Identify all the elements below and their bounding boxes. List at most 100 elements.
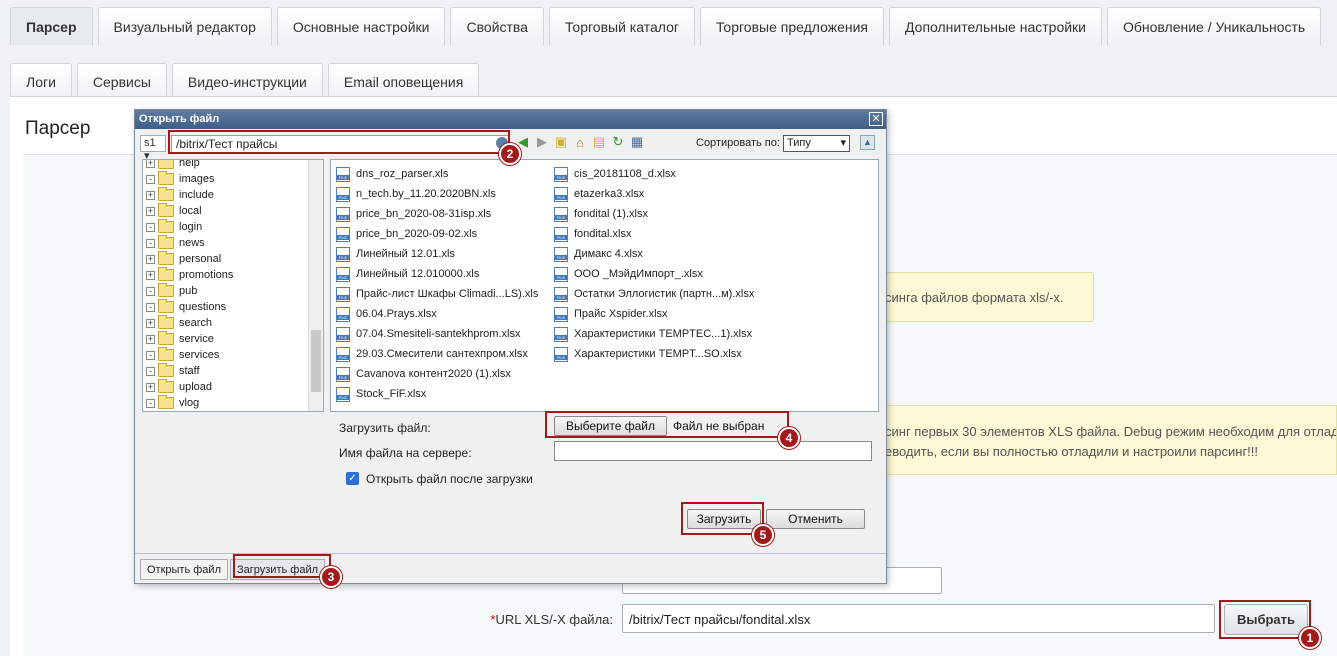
file-item[interactable]: Остатки Эллогистик (партн...м).xlsx xyxy=(554,286,754,302)
tree-folder[interactable]: - pub xyxy=(146,283,197,299)
upload-button[interactable]: Загрузить xyxy=(687,509,761,529)
folder-icon xyxy=(158,160,174,169)
refresh-icon[interactable]: ↻ xyxy=(610,134,626,150)
step-marker-2: 2 xyxy=(499,143,521,165)
file-name: Прайс-лист Шкафы Climadi...LS).xls xyxy=(356,288,539,300)
tree-folder[interactable]: - services xyxy=(146,347,219,363)
file-name: fondital.xlsx xyxy=(574,228,632,240)
sort-select[interactable]: Типу xyxy=(783,135,850,152)
file-item[interactable]: 07.04.Smesiteli-santekhprom.xlsx xyxy=(336,326,520,342)
close-icon[interactable]: ✕ xyxy=(869,112,883,126)
scrollbar-thumb[interactable] xyxy=(311,330,321,392)
tab-video-instructions[interactable]: Видео-инструкции xyxy=(171,63,323,99)
tree-folder[interactable]: - questions xyxy=(146,299,226,315)
tab-visual-editor[interactable]: Визуальный редактор xyxy=(97,7,272,45)
file-name: 07.04.Smesiteli-santekhprom.xlsx xyxy=(356,328,521,340)
dialog-divider xyxy=(135,553,886,554)
open-after-upload-checkbox[interactable]: ✓ xyxy=(346,472,359,485)
new-folder-icon[interactable]: ▤ xyxy=(591,134,607,150)
file-item[interactable]: n_tech.by_11.20.2020BN.xls xyxy=(336,186,496,202)
expand-icon[interactable]: + xyxy=(146,334,155,344)
file-item[interactable]: 06.04.Prays.xlsx xyxy=(336,306,437,322)
file-item[interactable]: dns_roz_parser.xls xyxy=(336,166,448,182)
file-item[interactable]: ООО _МэйдИмпорт_.xlsx xyxy=(554,266,703,282)
expand-icon[interactable]: + xyxy=(146,270,155,280)
tree-folder[interactable]: - staff xyxy=(146,363,200,379)
tab-parser[interactable]: Парсер xyxy=(10,7,93,45)
collapse-icon[interactable]: - xyxy=(146,366,155,376)
collapse-icon[interactable]: - xyxy=(146,286,155,296)
cancel-button[interactable]: Отменить xyxy=(766,509,865,529)
tree-folder[interactable]: + upload xyxy=(146,379,212,395)
expand-icon[interactable]: + xyxy=(146,206,155,216)
view-mode-icon[interactable]: ▦ xyxy=(629,134,645,150)
tab-trade-catalog[interactable]: Торговый каталог xyxy=(548,7,695,45)
file-item[interactable]: Прайс-лист Шкафы Climadi...LS).xls xyxy=(336,286,538,302)
tree-folder[interactable]: + promotions xyxy=(146,267,233,283)
tree-folder[interactable]: - login xyxy=(146,219,202,235)
tab-logs[interactable]: Логи xyxy=(10,63,72,99)
tab-main-settings[interactable]: Основные настройки xyxy=(276,7,446,45)
expand-icon[interactable]: + xyxy=(146,382,155,392)
url-xls-input[interactable]: /bitrix/Тест прайсы/fondital.xlsx xyxy=(622,604,1215,633)
collapse-icon[interactable]: - xyxy=(146,174,155,184)
collapse-icon[interactable]: - xyxy=(146,302,155,312)
folder-icon xyxy=(158,219,174,233)
path-input[interactable]: /bitrix/Тест прайсы xyxy=(171,135,509,153)
file-item[interactable]: price_bn_2020-09-02.xls xyxy=(336,226,477,242)
step-marker-1: 1 xyxy=(1299,627,1321,649)
collapse-icon[interactable]: - xyxy=(146,398,155,408)
server-filename-input[interactable] xyxy=(554,441,872,461)
file-item[interactable]: Характеристики TEMPT...SO.xlsx xyxy=(554,346,742,362)
tab-additional-settings[interactable]: Дополнительные настройки xyxy=(889,7,1102,45)
forward-icon[interactable]: ▶ xyxy=(534,134,550,150)
collapse-icon[interactable]: - xyxy=(146,238,155,248)
file-item[interactable]: fondital (1).xlsx xyxy=(554,206,648,222)
tree-folder[interactable]: + personal xyxy=(146,251,221,267)
tab-update-uniqueness[interactable]: Обновление / Уникальность xyxy=(1107,7,1322,45)
tree-scrollbar[interactable] xyxy=(308,160,323,411)
tab-services[interactable]: Сервисы xyxy=(76,63,167,99)
tree-folder[interactable]: - news xyxy=(146,235,205,251)
file-item[interactable]: Димакс 4.xlsx xyxy=(554,246,643,262)
tree-folder[interactable]: + local xyxy=(146,203,202,219)
file-item[interactable]: fondital.xlsx xyxy=(554,226,631,242)
choose-button[interactable]: Выбрать xyxy=(1224,604,1308,635)
tab-trade-offers[interactable]: Торговые предложения xyxy=(699,7,885,45)
tab-properties[interactable]: Свойства xyxy=(450,7,544,45)
file-item[interactable]: Stock_FiF.xlsx xyxy=(336,386,426,402)
file-item[interactable]: Прайс Xspider.xlsx xyxy=(554,306,668,322)
home-icon[interactable]: ⌂ xyxy=(572,134,588,150)
tree-folder[interactable]: + service xyxy=(146,331,214,347)
file-item[interactable]: Характеристики TEMPTEC...1).xlsx xyxy=(554,326,752,342)
file-item[interactable]: Линейный 12.010000.xls xyxy=(336,266,479,282)
file-name: Прайс Xspider.xlsx xyxy=(574,308,668,320)
file-item[interactable]: Cavanova контент2020 (1).xlsx xyxy=(336,366,511,382)
file-item[interactable]: 29.03.Смесители сантехпром.xlsx xyxy=(336,346,528,362)
file-icon xyxy=(554,306,568,322)
expand-icon[interactable]: + xyxy=(146,190,155,200)
sort-direction-icon[interactable]: ▲ xyxy=(860,135,875,150)
collapse-icon[interactable]: - xyxy=(146,350,155,360)
file-item[interactable]: price_bn_2020-08-31isp.xls xyxy=(336,206,491,222)
choose-file-button[interactable]: Выберите файл xyxy=(554,416,667,436)
tab-upload-file[interactable]: Загрузить файл xyxy=(230,559,326,580)
file-icon xyxy=(336,326,350,342)
file-item[interactable]: cis_20181108_d.xlsx xyxy=(554,166,676,182)
expand-icon[interactable]: + xyxy=(146,318,155,328)
tab-email-notifications[interactable]: Email оповещения xyxy=(327,63,480,99)
tree-folder[interactable]: + include xyxy=(146,187,214,203)
collapse-icon[interactable]: - xyxy=(146,222,155,232)
file-item[interactable]: etazerka3.xlsx xyxy=(554,186,644,202)
file-item[interactable]: Линейный 12.01.xls xyxy=(336,246,455,262)
file-name: 06.04.Prays.xlsx xyxy=(356,308,437,320)
expand-icon[interactable]: + xyxy=(146,160,155,168)
tree-folder[interactable]: + help xyxy=(146,160,200,171)
tab-open-file[interactable]: Открыть файл xyxy=(140,559,228,580)
folder-up-icon[interactable]: ▣ xyxy=(553,134,569,150)
expand-icon[interactable]: + xyxy=(146,254,155,264)
site-select[interactable]: s1 ▾ xyxy=(140,135,166,162)
tree-folder[interactable]: + search xyxy=(146,315,212,331)
tree-folder[interactable]: - vlog xyxy=(146,395,199,411)
tree-folder[interactable]: - images xyxy=(146,171,214,187)
